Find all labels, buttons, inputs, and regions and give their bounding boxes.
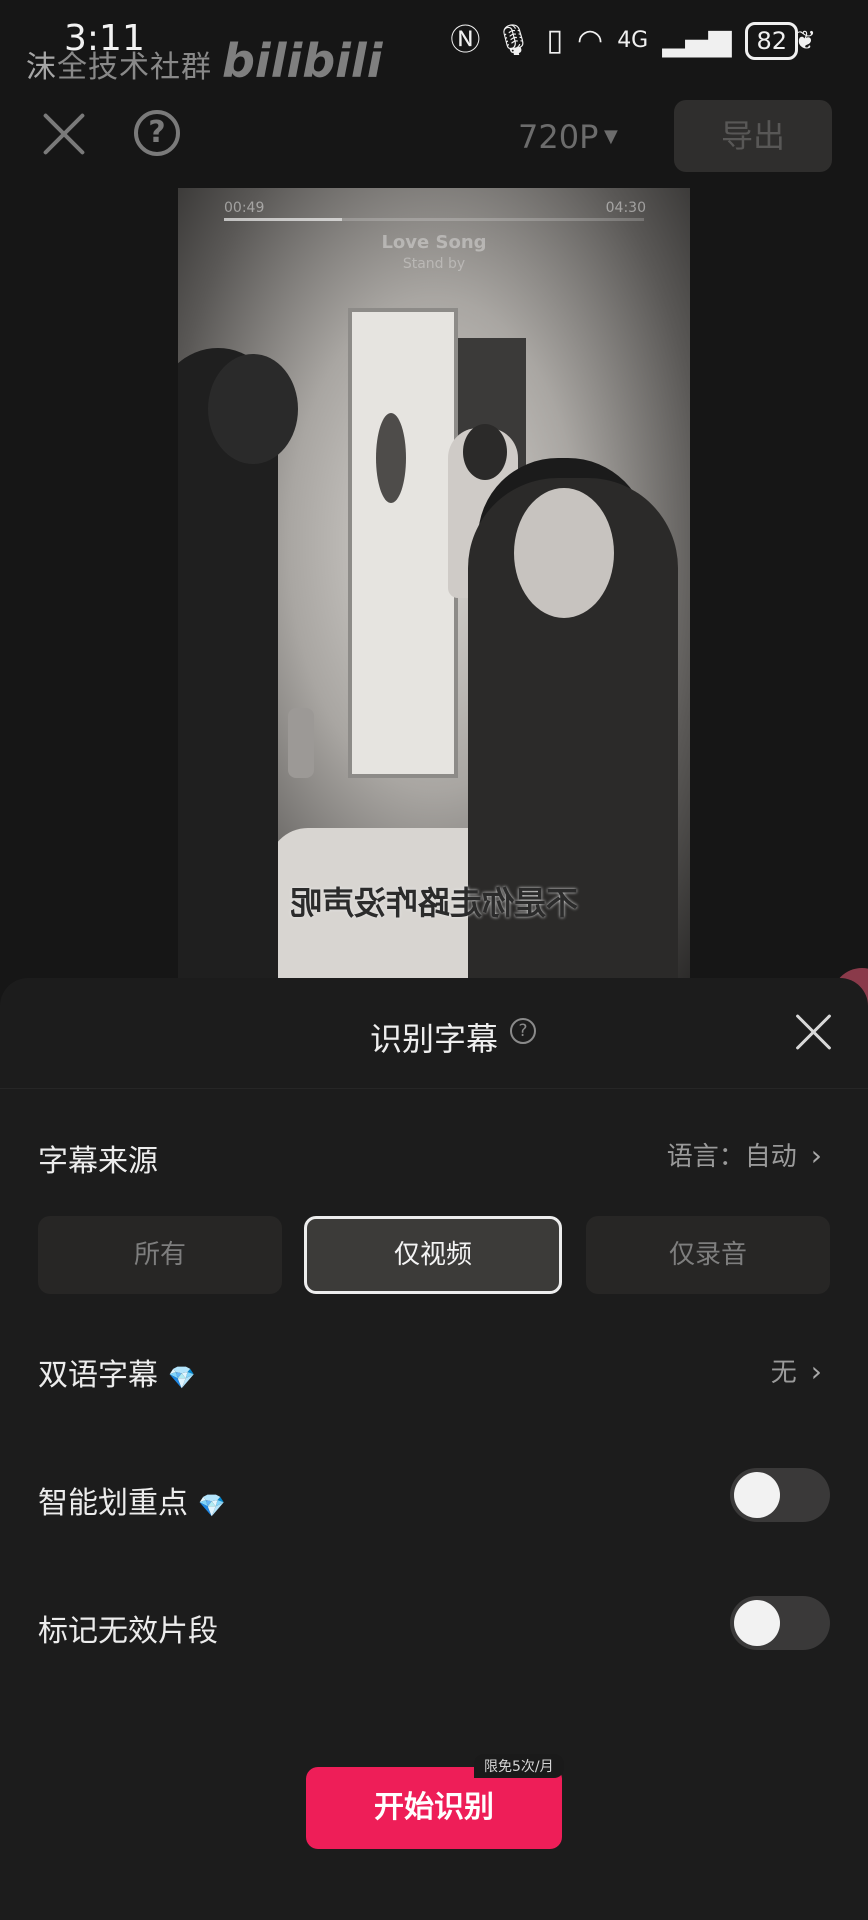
fire-extinguisher	[288, 708, 314, 778]
chevron-right-icon: ›	[810, 1355, 822, 1388]
watermark-text: 沫全技术社群	[26, 50, 212, 85]
subtitle-recognition-sheet: 识别字幕 ? 字幕来源 语言：自动 › 所有 仅视频 仅录音 双语字幕 💎 无 › 智…	[0, 978, 868, 1920]
free-quota-badge: 限免5次/月	[474, 1754, 564, 1778]
sheet-help-icon[interactable]: ?	[510, 1018, 536, 1044]
screen: 3:11 沫全技术社群 bilibili Ⓝ 🎙 ▯ ◠ 4G ▂▄▆ 82 ❦…	[0, 0, 868, 1920]
network-type-icon: 4G	[617, 28, 649, 53]
language-selector[interactable]: 语言：自动 ›	[667, 1136, 822, 1173]
nfc-icon: Ⓝ	[450, 23, 481, 58]
music-progress-bar	[224, 218, 644, 221]
top-toolbar: ? 720P ▼ 导出	[0, 92, 868, 182]
close-icon[interactable]	[40, 110, 88, 158]
right-person-face	[514, 488, 614, 618]
source-option-audio-only[interactable]: 仅录音	[586, 1216, 830, 1294]
sheet-close-icon[interactable]	[794, 1012, 834, 1052]
vibrate-icon: ▯	[546, 23, 563, 58]
video-preview[interactable]: 00:49 04:30 Love Song Stand by 不是你走路咋没声呢	[178, 188, 690, 978]
music-progress-fill	[224, 218, 342, 221]
status-icons: Ⓝ 🎙 ▯ ◠ 4G ▂▄▆ 82	[450, 22, 798, 60]
leaf-icon: ❦	[794, 26, 816, 56]
diamond-icon: 💎	[168, 1366, 196, 1391]
bilibili-logo: bilibili	[222, 34, 383, 88]
background-person-head	[463, 424, 507, 480]
caret-down-icon[interactable]: ▼	[604, 126, 618, 147]
source-option-video-only[interactable]: 仅视频	[304, 1216, 562, 1294]
sheet-title: 识别字幕	[369, 1020, 498, 1058]
bilingual-row[interactable]: 双语字幕 💎	[38, 1350, 195, 1394]
door-window	[376, 413, 406, 503]
toggle-knob	[734, 1600, 780, 1646]
mic-icon: 🎙	[494, 23, 533, 58]
help-icon[interactable]: ?	[134, 110, 180, 156]
invalid-segments-toggle[interactable]	[730, 1596, 830, 1650]
resolution-selector[interactable]: 720P	[518, 118, 598, 156]
wifi-icon: ◠	[577, 23, 604, 58]
source-option-all[interactable]: 所有	[38, 1216, 282, 1294]
language-value: 语言：自动	[666, 1142, 797, 1172]
subtitle-source-label: 字幕来源	[38, 1144, 158, 1179]
bilingual-value: 无	[770, 1358, 797, 1388]
left-person-head	[208, 354, 298, 464]
video-subtitle: 不是你走路咋没声呢	[290, 884, 579, 922]
sheet-divider	[0, 1088, 868, 1089]
invalid-segments-label: 标记无效片段	[38, 1614, 218, 1649]
status-bar: 3:11 沫全技术社群 bilibili Ⓝ 🎙 ▯ ◠ 4G ▂▄▆ 82 ❦	[0, 0, 868, 90]
highlight-label: 智能划重点	[38, 1486, 188, 1521]
start-recognition-button[interactable]: 开始识别	[306, 1767, 562, 1849]
toggle-knob	[734, 1472, 780, 1518]
signal-icon: ▂▄▆	[662, 23, 732, 58]
music-time-end: 04:30	[605, 200, 646, 216]
door	[348, 308, 458, 778]
song-subtitle: Stand by	[402, 256, 466, 272]
battery-indicator: 82	[745, 22, 798, 60]
highlight-row: 智能划重点 💎	[38, 1478, 225, 1522]
music-time-start: 00:49	[224, 200, 265, 216]
bilingual-label: 双语字幕	[38, 1358, 158, 1393]
diamond-icon: 💎	[198, 1494, 226, 1519]
chevron-right-icon: ›	[810, 1139, 822, 1172]
highlight-toggle[interactable]	[730, 1468, 830, 1522]
bilingual-selector[interactable]: 无 ›	[771, 1352, 822, 1389]
song-title: Love Song	[381, 232, 487, 253]
export-button[interactable]: 导出	[674, 100, 832, 172]
